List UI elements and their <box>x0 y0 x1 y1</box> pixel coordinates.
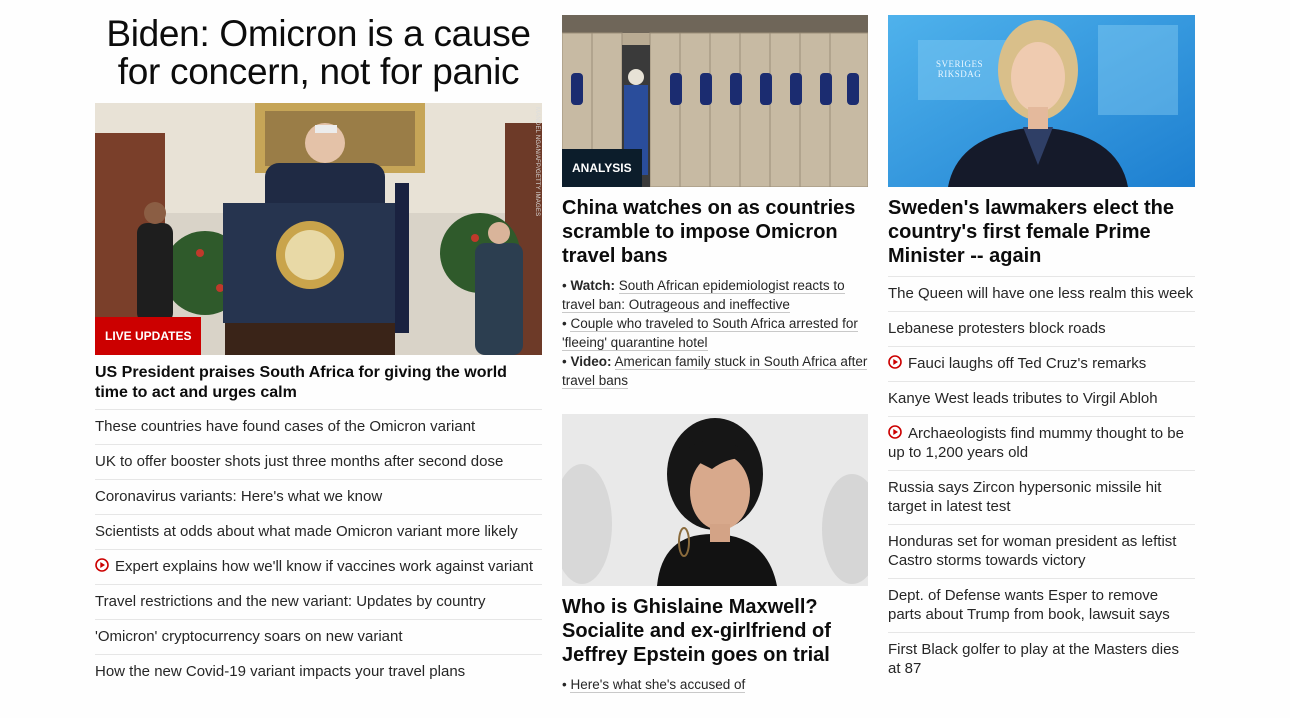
list-item[interactable]: The Queen will have one less realm this … <box>888 276 1195 311</box>
main-headline[interactable]: Biden: Omicron is a cause for concern, n… <box>95 15 542 91</box>
analysis-badge: ANALYSIS <box>562 149 642 187</box>
related-link[interactable]: • Here's what she's accused of <box>562 675 868 694</box>
list-item[interactable]: Travel restrictions and the new variant:… <box>95 584 542 619</box>
china-story-title[interactable]: China watches on as countries scramble t… <box>562 196 868 268</box>
related-link[interactable]: • Watch: South African epidemiologist re… <box>562 276 868 314</box>
list-item[interactable]: Russia says Zircon hypersonic missile hi… <box>888 470 1195 524</box>
maxwell-story-image[interactable] <box>562 414 868 586</box>
list-item[interactable]: How the new Covid-19 variant impacts you… <box>95 654 542 689</box>
third-story-list: The Queen will have one less realm this … <box>888 276 1195 686</box>
maxwell-related-links: • Here's what she's accused of <box>562 675 868 694</box>
list-item[interactable]: Lebanese protesters block roads <box>888 311 1195 346</box>
list-item[interactable]: First Black golfer to play at the Master… <box>888 632 1195 686</box>
photo-credit: MANDEL NGAN/AFP/GETTY IMAGES <box>534 107 540 217</box>
related-link[interactable]: • Video: American family stuck in South … <box>562 352 868 390</box>
lead-story-title[interactable]: US President praises South Africa for gi… <box>95 363 542 403</box>
maxwell-story-title[interactable]: Who is Ghislaine Maxwell? Socialite and … <box>562 595 868 667</box>
china-related-links: • Watch: South African epidemiologist re… <box>562 276 868 390</box>
list-item[interactable]: Archaeologists find mummy thought to be … <box>888 416 1195 470</box>
live-updates-badge: LIVE UPDATES <box>95 317 202 355</box>
main-story-list: These countries have found cases of the … <box>95 409 542 689</box>
third-story-column: SVERIGES RIKSDAG Sweden's lawmakers elec… <box>888 15 1195 686</box>
main-story-column: Biden: Omicron is a cause for concern, n… <box>95 15 542 689</box>
china-story-image[interactable]: ANALYSIS <box>562 15 868 187</box>
sweden-story-image[interactable]: SVERIGES RIKSDAG <box>888 15 1195 187</box>
video-play-icon <box>888 425 902 439</box>
list-item[interactable]: Scientists at odds about what made Omicr… <box>95 514 542 549</box>
list-item[interactable]: UK to offer booster shots just three mon… <box>95 444 542 479</box>
secondary-story-column: ANALYSIS China watches on as countries s… <box>562 15 868 694</box>
sweden-story-title[interactable]: Sweden's lawmakers elect the country's f… <box>888 196 1195 268</box>
list-item[interactable]: Fauci laughs off Ted Cruz's remarks <box>888 346 1195 381</box>
list-item[interactable]: Dept. of Defense wants Esper to remove p… <box>888 578 1195 632</box>
andersson-photo <box>888 15 1195 187</box>
main-story-image[interactable]: LIVE UPDATES MANDEL NGAN/AFP/GETTY IMAGE… <box>95 103 542 355</box>
list-item[interactable]: Honduras set for woman president as left… <box>888 524 1195 578</box>
list-item[interactable]: 'Omicron' cryptocurrency soars on new va… <box>95 619 542 654</box>
maxwell-photo <box>562 414 868 586</box>
list-item[interactable]: Coronavirus variants: Here's what we kno… <box>95 479 542 514</box>
list-item[interactable]: These countries have found cases of the … <box>95 409 542 444</box>
list-item[interactable]: Expert explains how we'll know if vaccin… <box>95 549 542 584</box>
video-play-icon <box>95 558 109 572</box>
riksdag-sign: SVERIGES RIKSDAG <box>936 59 984 79</box>
related-link[interactable]: • Couple who traveled to South Africa ar… <box>562 314 868 352</box>
list-item[interactable]: Kanye West leads tributes to Virgil Ablo… <box>888 381 1195 416</box>
video-play-icon <box>888 355 902 369</box>
